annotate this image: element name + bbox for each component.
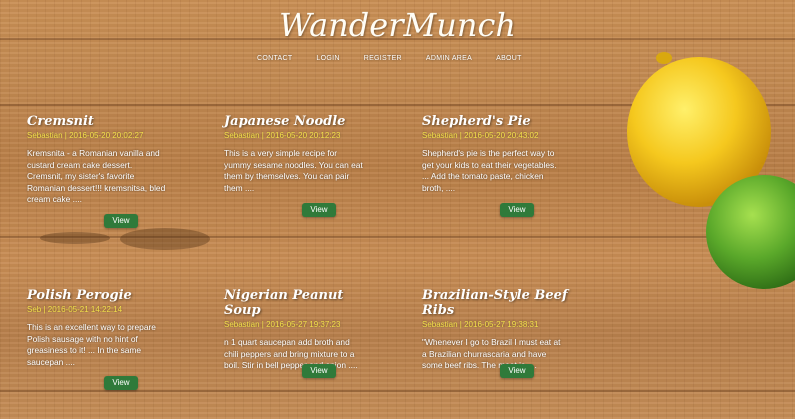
- view-button[interactable]: View: [104, 376, 138, 390]
- view-button[interactable]: View: [500, 364, 534, 378]
- nav-admin-area[interactable]: ADMIN AREA: [426, 55, 472, 62]
- site-logo[interactable]: WanderMunch: [0, 6, 795, 44]
- recipe-description: Kremsnita - a Romanian vanilla and custa…: [27, 148, 166, 205]
- recipe-card: Nigerian Peanut Soup Sebastian | 2016-05…: [224, 288, 374, 372]
- view-button[interactable]: View: [302, 364, 336, 378]
- recipe-meta: Sebastian | 2016-05-20 20:02:27: [27, 131, 144, 140]
- main-nav: CONTACT LOGIN REGISTER ADMIN AREA ABOUT: [257, 55, 522, 62]
- wood-knot: [120, 228, 210, 250]
- recipe-card: Polish Perogie Seb | 2016-05-21 14:22:14…: [27, 288, 177, 368]
- recipe-description: n 1 quart saucepan add broth and chili p…: [224, 337, 358, 371]
- view-button[interactable]: View: [104, 214, 138, 228]
- nav-about[interactable]: ABOUT: [496, 55, 522, 62]
- recipe-title[interactable]: Polish Perogie: [27, 288, 177, 303]
- recipe-meta: Sebastian | 2016-05-27 19:38:31: [422, 320, 539, 329]
- recipe-meta: Seb | 2016-05-21 14:22:14: [27, 305, 123, 314]
- recipe-meta: Sebastian | 2016-05-20 20:43:02: [422, 131, 539, 140]
- recipe-description: This is a very simple recipe for yummy s…: [224, 148, 363, 193]
- recipe-meta: Sebastian | 2016-05-20 20:12:23: [224, 131, 341, 140]
- view-button[interactable]: View: [302, 203, 336, 217]
- recipe-card: Brazilian-Style Beef Ribs Sebastian | 20…: [422, 288, 572, 372]
- recipe-title[interactable]: Brazilian-Style Beef Ribs: [422, 288, 572, 318]
- recipe-title[interactable]: Cremsnit: [27, 114, 177, 129]
- nav-register[interactable]: REGISTER: [364, 55, 402, 62]
- recipe-meta: Sebastian | 2016-05-27 19:37:23: [224, 320, 341, 329]
- recipe-title[interactable]: Shepherd's Pie: [422, 114, 572, 129]
- recipe-card: Shepherd's Pie Sebastian | 2016-05-20 20…: [422, 114, 572, 194]
- recipe-description: This is an excellent way to prepare Poli…: [27, 322, 156, 367]
- recipe-card: Cremsnit Sebastian | 2016-05-20 20:02:27…: [27, 114, 177, 206]
- view-button[interactable]: View: [500, 203, 534, 217]
- recipe-title[interactable]: Nigerian Peanut Soup: [224, 288, 374, 318]
- recipe-card: Japanese Noodle Sebastian | 2016-05-20 2…: [224, 114, 374, 194]
- recipe-title[interactable]: Japanese Noodle: [224, 114, 374, 129]
- nav-login[interactable]: LOGIN: [316, 55, 339, 62]
- wood-knot: [40, 232, 110, 244]
- recipe-description: "Whenever I go to Brazil I must eat at a…: [422, 337, 561, 371]
- recipe-description: Shepherd's pie is the perfect way to get…: [422, 148, 557, 193]
- lime-image: [706, 175, 795, 289]
- nav-contact[interactable]: CONTACT: [257, 55, 292, 62]
- wood-plank-seam: [0, 390, 795, 392]
